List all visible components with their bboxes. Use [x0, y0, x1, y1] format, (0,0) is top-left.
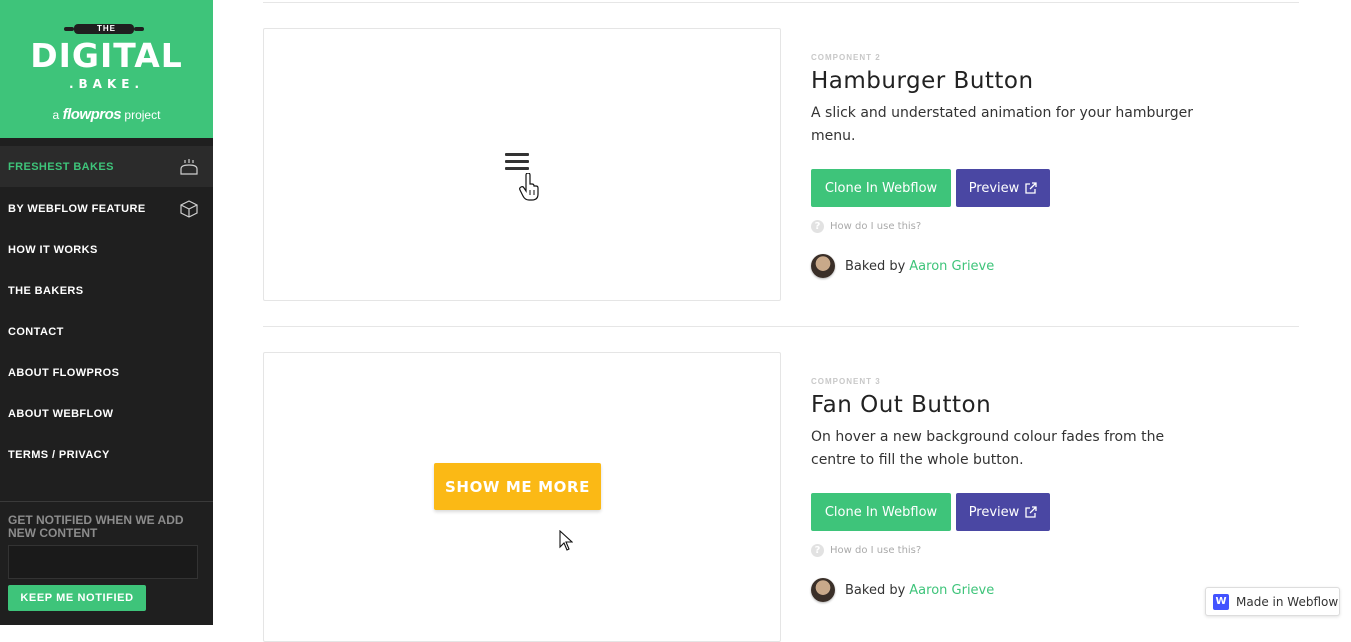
preview-label: Preview [968, 180, 1020, 196]
divider [263, 2, 1299, 3]
nav-item-label: HOW IT WORKS [8, 243, 98, 256]
tagline-brand: flowpros [62, 106, 122, 123]
baked-by: Baked by Aaron Grieve [811, 577, 994, 603]
nav-item-label: FRESHEST BAKES [8, 160, 114, 173]
component-title: Hamburger Button [811, 68, 1034, 94]
sidebar: THE DIGITAL .BAKE. a flowpros project FR… [0, 0, 213, 625]
logo-digital: DIGITAL [30, 36, 183, 75]
bread-icon [180, 159, 198, 175]
component-description: A slick and understated animation for yo… [811, 105, 1194, 144]
nav-item-label: ABOUT WEBFLOW [8, 407, 114, 420]
show-me-more-button[interactable]: SHOW ME MORE [434, 463, 601, 510]
author-link[interactable]: Aaron Grieve [909, 583, 994, 598]
site-logo[interactable]: THE DIGITAL .BAKE. a flowpros project [0, 0, 213, 138]
preview-label: Preview [968, 504, 1020, 520]
external-link-icon [1025, 182, 1037, 194]
nav-item-label: ABOUT FLOWPROS [8, 366, 120, 379]
nav-item-label: CONTACT [8, 325, 64, 338]
clone-in-webflow-button[interactable]: Clone In Webflow [811, 169, 951, 207]
nav-item-by-webflow-feature[interactable]: BY WEBFLOW FEATURE [0, 188, 213, 229]
question-icon: ? [811, 219, 824, 233]
avatar [811, 254, 835, 278]
baked-by-label: Baked by [845, 258, 906, 274]
keep-me-notified-button[interactable]: KEEP ME NOTIFIED [8, 585, 146, 611]
logo-bake: .BAKE. [68, 77, 145, 91]
external-link-icon [1025, 506, 1037, 518]
nav-item-freshest-bakes[interactable]: FRESHEST BAKES [0, 146, 213, 187]
component-label: COMPONENT 2 [811, 53, 881, 62]
sidebar-nav: FRESHEST BAKES BY WEBFLOW FEATURE HOW IT… [0, 146, 213, 475]
notify-email-field[interactable] [8, 545, 198, 579]
nav-item-the-bakers[interactable]: THE BAKERS [0, 270, 213, 311]
notify-signup: GET NOTIFIED WHEN WE ADD NEW CONTENT KEE… [0, 501, 213, 625]
how-to-use-label: How do I use this? [830, 544, 922, 556]
nav-item-contact[interactable]: CONTACT [0, 311, 213, 352]
clone-in-webflow-button[interactable]: Clone In Webflow [811, 493, 951, 531]
logo-the: THE [97, 24, 116, 33]
divider [263, 326, 1299, 327]
arrow-cursor-icon [559, 530, 573, 551]
notify-label: GET NOTIFIED WHEN WE ADD NEW CONTENT [8, 513, 184, 540]
made-in-webflow-badge[interactable]: W Made in Webflow [1205, 587, 1340, 616]
logo-tagline: a flowpros project [0, 106, 213, 123]
box-icon [180, 200, 198, 218]
how-to-use-link[interactable]: ? How do I use this? [811, 543, 921, 557]
baked-by: Baked by Aaron Grieve [811, 253, 994, 279]
nav-item-how-it-works[interactable]: HOW IT WORKS [0, 229, 213, 270]
tagline-suffix: project [124, 108, 161, 122]
preview-button[interactable]: Preview [956, 493, 1050, 531]
badge-label: Made in Webflow [1236, 594, 1339, 609]
how-to-use-label: How do I use this? [830, 220, 922, 232]
component-label: COMPONENT 3 [811, 377, 881, 386]
baked-by-label: Baked by [845, 582, 906, 598]
nav-item-about-webflow[interactable]: ABOUT WEBFLOW [0, 393, 213, 434]
question-icon: ? [811, 543, 824, 557]
author-link[interactable]: Aaron Grieve [909, 259, 994, 274]
nav-item-terms-privacy[interactable]: TERMS / PRIVACY [0, 434, 213, 475]
nav-item-about-flowpros[interactable]: ABOUT FLOWPROS [0, 352, 213, 393]
nav-item-label: BY WEBFLOW FEATURE [8, 202, 146, 215]
preview-button[interactable]: Preview [956, 169, 1050, 207]
nav-item-label: THE BAKERS [8, 284, 84, 297]
hand-cursor-icon [519, 173, 539, 201]
how-to-use-link[interactable]: ? How do I use this? [811, 219, 921, 233]
component-description: On hover a new background colour fades f… [811, 429, 1165, 468]
hamburger-menu-icon[interactable] [505, 152, 529, 172]
component-title: Fan Out Button [811, 392, 992, 418]
tagline-prefix: a [52, 108, 60, 122]
avatar [811, 578, 835, 602]
nav-item-label: TERMS / PRIVACY [8, 448, 110, 461]
webflow-logo-icon: W [1213, 593, 1229, 610]
